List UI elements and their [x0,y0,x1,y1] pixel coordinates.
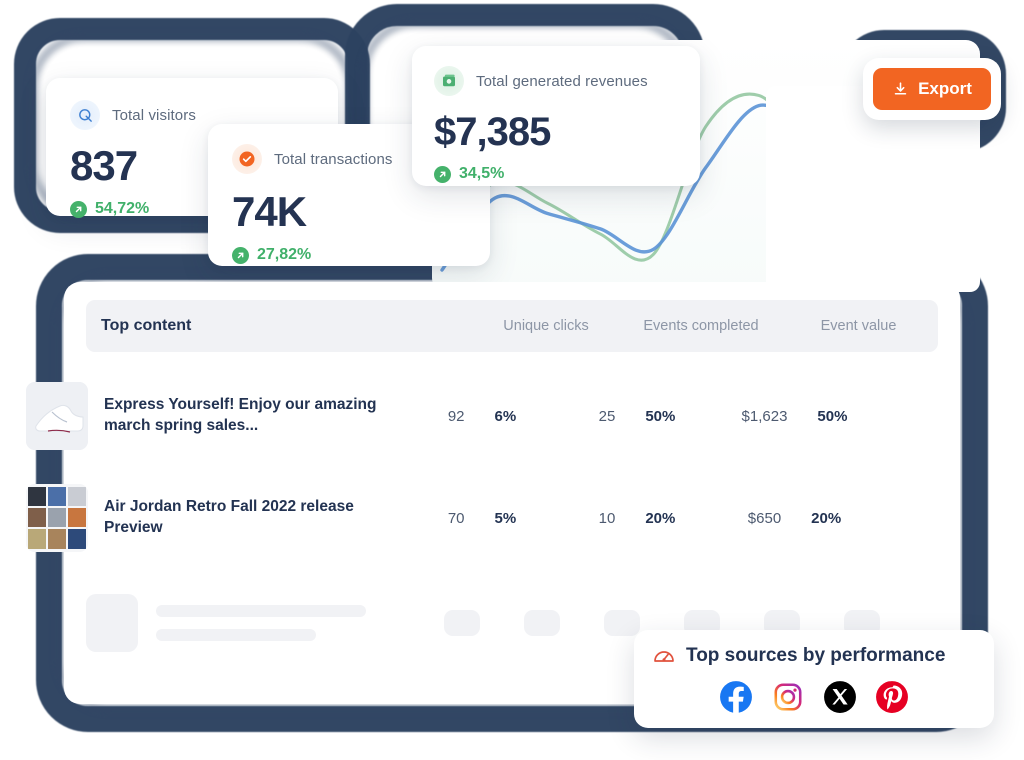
stat-label: Total transactions [274,150,393,168]
table-header-row: Top content Unique clicks Events complet… [86,300,938,352]
row-events-pct: 20% [645,509,676,527]
row-clicks-pct: 6% [494,407,517,425]
row-title: Air Jordan Retro Fall 2022 release Previ… [104,498,354,536]
sources-title-row: Top sources by performance [652,644,976,668]
sneaker-grid-art [26,484,88,552]
stat-delta-value: 34,5% [459,165,505,182]
stat-label: Total visitors [112,106,196,124]
stat-delta-value: 27,82% [257,246,312,263]
skeleton-text-lines [156,605,366,641]
stat-delta: 27,82% [232,246,466,264]
export-button[interactable]: Export [873,68,991,110]
cursor-click-icon [70,100,100,130]
x-twitter-icon[interactable] [823,680,857,714]
instagram-icon[interactable] [771,680,805,714]
skeleton-line [156,629,316,641]
row-clicks-value: 70 [447,509,465,527]
facebook-icon[interactable] [719,680,753,714]
row-events-pct: 50% [645,407,676,425]
row-events-value: 10 [598,509,616,527]
dashboard-illustration: Total visitors 837 54,72% Total transact… [0,0,1024,760]
row-event-value-cell: $1,623 50% [717,408,872,425]
speedometer-icon [654,651,674,662]
money-icon [434,66,464,96]
download-icon [894,81,907,95]
stat-header: Total generated revenues [434,66,678,96]
row-events-completed-cell: 10 20% [557,510,717,527]
table-row[interactable]: Air Jordan Retro Fall 2022 release Previ… [22,477,874,559]
stat-delta-value: 54,72% [95,200,150,217]
pinterest-icon[interactable] [875,680,909,714]
sources-icon-list [652,680,976,714]
export-button-container: Export [863,58,1001,120]
stat-value: 74K [232,188,307,235]
row-content-cell: Express Yourself! Enjoy our amazing marc… [22,382,407,450]
sneaker-thumbnail-art [26,382,88,450]
sources-title-text: Top sources by performance [686,645,946,666]
arrow-up-right-icon [70,200,87,218]
row-value-amount: $1,623 [741,407,788,425]
stat-label: Total generated revenues [476,72,648,90]
row-value-pct: 20% [811,509,842,527]
column-header-events-completed: Events completed [643,318,759,334]
row-clicks-value: 92 [447,407,465,425]
column-header-top-content: Top content [101,317,192,334]
stat-value: $7,385 [434,110,551,154]
top-sources-card: Top sources by performance [634,630,994,728]
column-header-unique-clicks: Unique clicks [503,318,589,334]
row-clicks-pct: 5% [494,509,517,527]
stat-delta: 34,5% [434,165,678,183]
white-sneaker-photo [26,382,88,450]
sneaker-grid-photo [26,484,88,552]
skeleton-pill [604,610,640,636]
stat-card-total-revenues: Total generated revenues $7,385 34,5% [412,46,700,186]
skeleton-line [156,605,366,617]
row-title: Express Yourself! Enjoy our amazing marc… [104,396,377,434]
skeleton-pill [444,610,480,636]
skeleton-pill [524,610,560,636]
row-unique-clicks-cell: 70 5% [407,510,557,527]
row-value-pct: 50% [817,407,848,425]
column-header-event-value: Event value [820,318,897,334]
row-events-completed-cell: 25 50% [557,408,717,425]
row-unique-clicks-cell: 92 6% [407,408,557,425]
table-row[interactable]: Express Yourself! Enjoy our amazing marc… [22,375,874,457]
export-button-label: Export [918,79,972,98]
skeleton-thumbnail [86,594,138,652]
check-badge-icon [232,144,262,174]
arrow-up-right-icon [434,165,451,183]
row-content-cell: Air Jordan Retro Fall 2022 release Previ… [22,484,407,552]
row-value-amount: $650 [747,509,782,527]
row-event-value-cell: $650 20% [717,510,872,527]
arrow-up-right-icon [232,246,249,264]
row-events-value: 25 [598,407,616,425]
